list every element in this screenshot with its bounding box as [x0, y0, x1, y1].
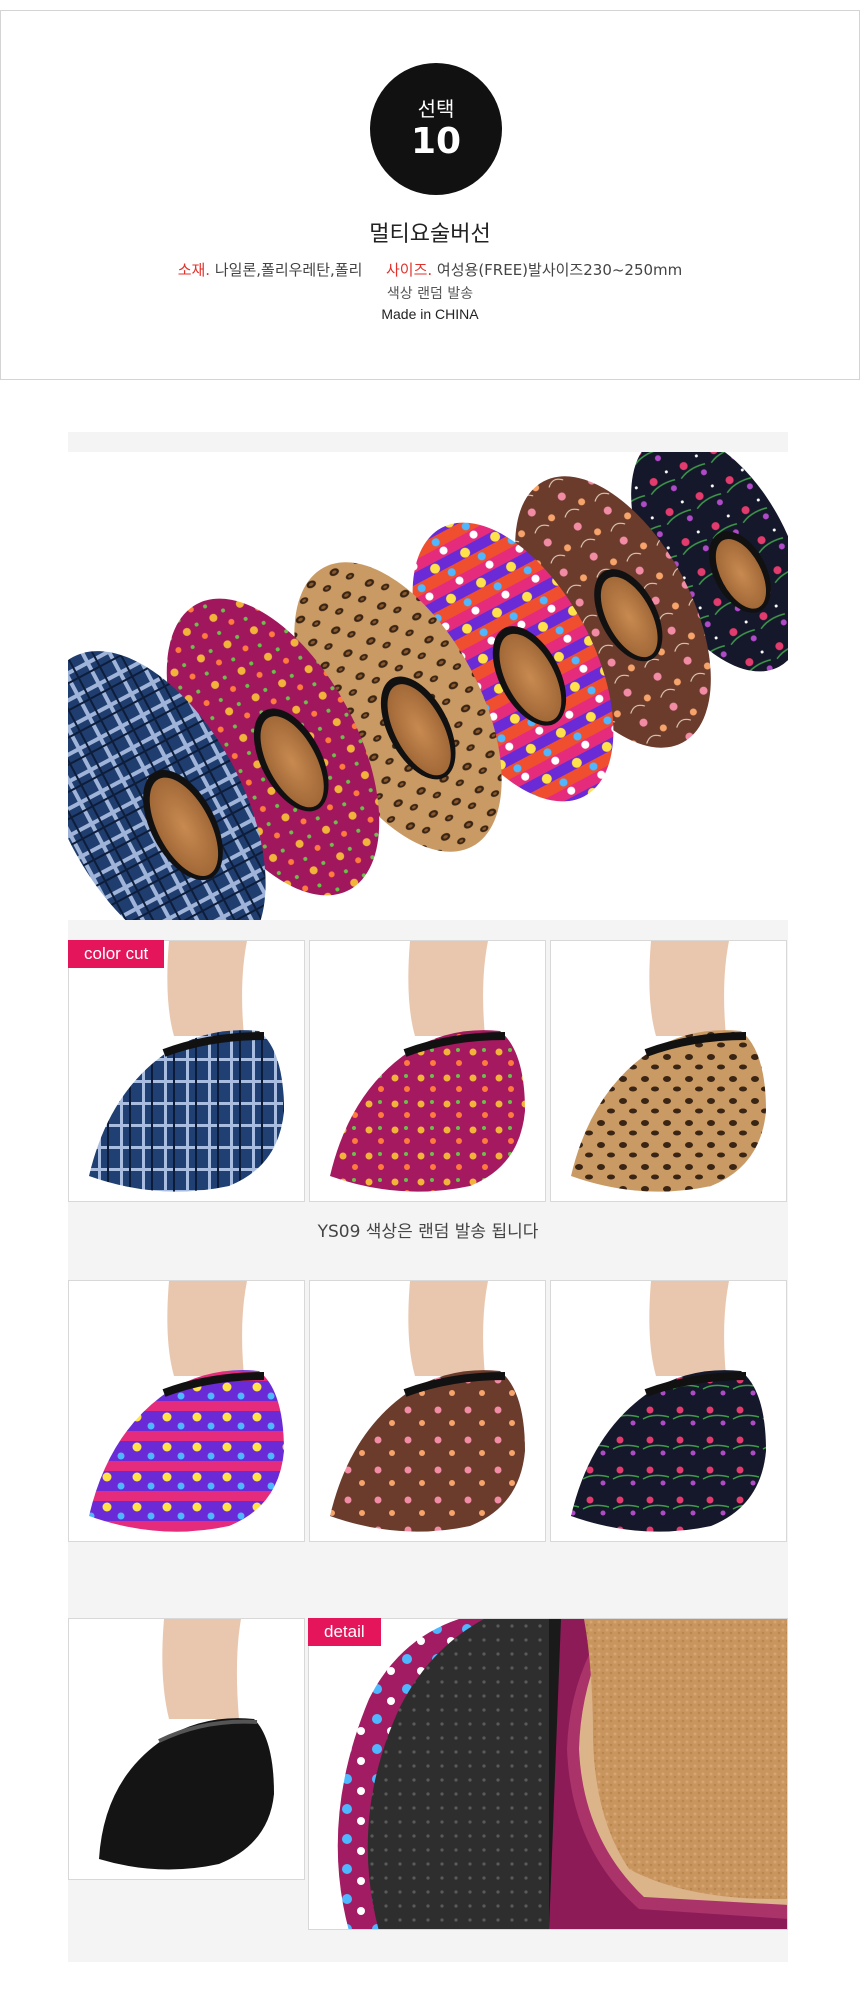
swatch-tile-magenta-floral — [309, 940, 546, 1202]
product-name: 멀티요술버선 — [369, 222, 491, 247]
swatch-tile-leopard — [550, 940, 787, 1202]
product-info-box: 선택 10 멀티요술버선 소재. 나일론,폴리우레탄,폴리 사이즈. 여성용(F… — [0, 10, 860, 380]
swatch-tile-brown-floral — [309, 1280, 546, 1542]
product-gallery: color cut YS09 색상은 랜덤 발송 됩니다 detail — [68, 432, 788, 1962]
size-label: 사이즈. — [385, 261, 433, 279]
detail-tag: detail — [308, 1618, 381, 1646]
hero-photo — [68, 452, 788, 920]
pop-letters-slipper-image — [69, 1281, 304, 1541]
origin-text: Made in CHINA — [381, 306, 479, 322]
sole-detail-image — [309, 1619, 787, 1929]
swatch-tile-blue-plaid — [68, 940, 305, 1202]
swatch-tile-pop-letters — [68, 1280, 305, 1542]
material-label: 소재. — [177, 261, 211, 279]
spec-line: 소재. 나일론,폴리우레탄,폴리 사이즈. 여성용(FREE)발사이즈230~2… — [1, 259, 859, 280]
color-note: 색상 랜덤 발송 — [386, 286, 474, 302]
swatch-tile-navy-floral — [550, 1280, 787, 1542]
material-value: 나일론,폴리우레탄,폴리 — [214, 261, 363, 279]
swatch-tile-solid-black — [68, 1618, 305, 1880]
badge-label: 선택 — [417, 97, 455, 121]
navy-floral-slipper-image — [551, 1281, 786, 1541]
badge-number: 10 — [410, 121, 462, 162]
random-color-caption: YS09 색상은 랜덤 발송 됩니다 — [317, 1222, 539, 1242]
size-value: 여성용(FREE)발사이즈230~250mm — [436, 261, 683, 279]
slippers-row-image — [68, 452, 788, 920]
option-badge: 선택 10 — [370, 63, 502, 195]
brown-floral-slipper-image — [310, 1281, 545, 1541]
magenta-floral-slipper-image — [310, 941, 545, 1201]
detail-photos — [308, 1618, 788, 1930]
black-slipper-image — [69, 1619, 304, 1879]
leopard-slipper-image — [551, 941, 786, 1201]
color-cut-tag: color cut — [68, 940, 165, 968]
blue-plaid-slipper-image — [69, 941, 304, 1201]
